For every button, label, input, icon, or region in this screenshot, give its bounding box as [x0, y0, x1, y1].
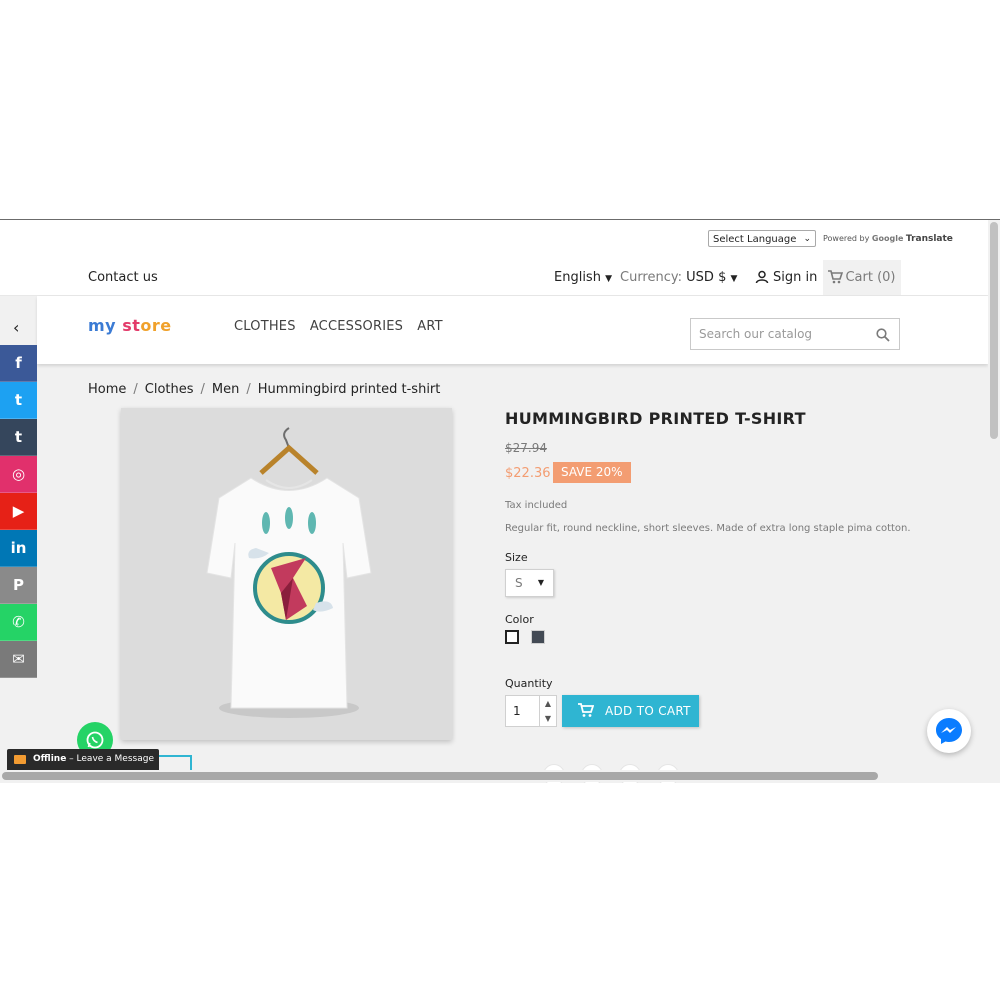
contact-us-link[interactable]: Contact us — [88, 270, 158, 285]
offline-message-bar[interactable]: Offline – Leave a Message — [7, 749, 159, 770]
vertical-scrollbar[interactable] — [988, 220, 1000, 783]
google-logo: Google — [871, 234, 904, 243]
youtube-share-button[interactable]: ▶ — [0, 493, 37, 530]
translate-select-label: Select Language — [713, 234, 797, 245]
logo-part: st — [122, 316, 141, 335]
facebook-icon: f — [15, 354, 22, 372]
breadcrumb-current: Hummingbird printed t-shirt — [257, 382, 441, 397]
quantity-input[interactable]: 1 — [513, 704, 521, 718]
facebook-share-button[interactable]: f — [0, 345, 37, 382]
shopping-cart-icon — [578, 703, 594, 717]
whatsapp-share-button[interactable]: ✆ — [0, 604, 37, 641]
breadcrumb-separator: / — [200, 382, 205, 397]
caret-down-icon: ▼ — [730, 274, 738, 284]
horizontal-scrollbar-thumb[interactable] — [2, 772, 878, 780]
messenger-chat-button[interactable] — [927, 709, 971, 753]
logo-part: my — [88, 316, 117, 335]
size-value: S — [515, 576, 523, 590]
currency-label: Currency: — [620, 270, 683, 285]
vertical-scrollbar-thumb[interactable] — [990, 222, 998, 439]
currency-dropdown[interactable]: Currency: USD $ ▼ — [620, 270, 737, 285]
pinterest-share-button[interactable]: P — [0, 567, 37, 604]
whatsapp-icon — [86, 731, 104, 749]
breadcrumb-clothes[interactable]: Clothes — [145, 382, 194, 397]
breadcrumb-men[interactable]: Men — [212, 382, 239, 397]
quantity-stepper[interactable]: 1 ▲ ▼ — [505, 695, 557, 727]
regular-price: $27.94 — [505, 441, 547, 455]
cart-button[interactable]: Cart (0) — [823, 260, 901, 295]
chat-message: Leave a Message — [76, 754, 154, 764]
caret-down-icon: ▼ — [605, 274, 613, 284]
messenger-icon — [936, 718, 962, 744]
search-icon[interactable] — [876, 328, 890, 342]
search-input[interactable]: Search our catalog — [699, 327, 812, 341]
language-dropdown[interactable]: English ▼ — [554, 270, 612, 285]
caret-down-icon: ▼ — [537, 578, 544, 587]
tax-label: Tax included — [505, 500, 568, 511]
tumblr-icon: t — [14, 428, 23, 446]
add-to-cart-label: ADD TO CART — [605, 704, 691, 718]
menu-item-art[interactable]: ART — [417, 319, 443, 334]
breadcrumb-home[interactable]: Home — [88, 382, 126, 397]
size-label: Size — [505, 551, 528, 564]
main-navbar: my store CLOTHES ACCESSORIES ART Search … — [37, 296, 988, 364]
logo-part: ore — [140, 316, 172, 335]
collapse-social-bar-icon[interactable]: ‹ — [13, 318, 19, 337]
linkedin-icon: in — [10, 539, 27, 557]
shopping-cart-icon — [828, 270, 844, 284]
chevron-down-icon: ⌄ — [803, 234, 811, 244]
product-title: HUMMINGBIRD PRINTED T-SHIRT — [505, 409, 806, 428]
top-menu: CLOTHES ACCESSORIES ART — [234, 319, 453, 334]
whatsapp-icon: ✆ — [12, 613, 25, 631]
add-to-cart-button[interactable]: ADD TO CART — [562, 695, 699, 727]
search-box[interactable]: Search our catalog — [690, 318, 900, 350]
email-icon: ✉ — [12, 650, 25, 668]
chat-status: Offline — [33, 754, 67, 764]
powered-by-text: Powered by — [823, 234, 870, 243]
color-label: Color — [505, 613, 534, 626]
linkedin-share-button[interactable]: in — [0, 530, 37, 567]
envelope-icon — [14, 755, 26, 764]
discount-badge: SAVE 20% — [553, 462, 631, 483]
increment-icon[interactable]: ▲ — [539, 696, 556, 712]
product-image[interactable] — [121, 408, 452, 740]
decrement-icon[interactable]: ▼ — [539, 711, 556, 726]
breadcrumb-separator: / — [246, 382, 251, 397]
breadcrumb-separator: / — [133, 382, 138, 397]
instagram-icon: ◎ — [11, 465, 26, 483]
current-price: $22.36 — [505, 466, 551, 481]
color-swatch-black[interactable] — [531, 630, 545, 644]
sign-in-label: Sign in — [773, 270, 818, 285]
breadcrumb: Home / Clothes / Men / Hummingbird printed t-s… — [88, 382, 440, 397]
horizontal-scrollbar[interactable] — [0, 770, 988, 782]
tumblr-share-button[interactable]: t — [0, 419, 37, 456]
tshirt-image — [206, 427, 372, 718]
color-swatch-white[interactable] — [505, 630, 519, 644]
user-icon — [755, 270, 769, 284]
youtube-icon: ▶ — [12, 502, 25, 520]
menu-item-accessories[interactable]: ACCESSORIES — [310, 319, 403, 334]
quantity-label: Quantity — [505, 677, 553, 690]
twitter-icon: t — [14, 391, 23, 409]
product-description: Regular fit, round neckline, short sleev… — [505, 523, 911, 534]
powered-by-google: Powered by Google Translate — [823, 234, 953, 244]
cart-label: Cart (0) — [845, 270, 896, 285]
currency-value: USD $ — [686, 270, 727, 285]
google-translate-select[interactable]: Select Language ⌄ — [708, 230, 816, 247]
pinterest-icon: P — [13, 576, 24, 594]
language-value: English — [554, 270, 601, 285]
chat-bar-text: Offline – Leave a Message — [33, 754, 154, 764]
social-share-bar: f t t ◎ ▶ in P ✆ ✉ — [0, 345, 37, 678]
instagram-share-button[interactable]: ◎ — [0, 456, 37, 493]
twitter-share-button[interactable]: t — [0, 382, 37, 419]
store-logo[interactable]: my store — [88, 316, 172, 335]
translate-link[interactable]: Translate — [906, 234, 953, 244]
size-select[interactable]: S ▼ — [505, 569, 554, 597]
sign-in-link[interactable]: Sign in — [755, 270, 817, 285]
email-share-button[interactable]: ✉ — [0, 641, 37, 678]
header-top: Select Language ⌄ Powered by Google Tran… — [0, 220, 988, 296]
menu-item-clothes[interactable]: CLOTHES — [234, 319, 296, 334]
browser-viewport: Select Language ⌄ Powered by Google Tran… — [0, 219, 1000, 783]
